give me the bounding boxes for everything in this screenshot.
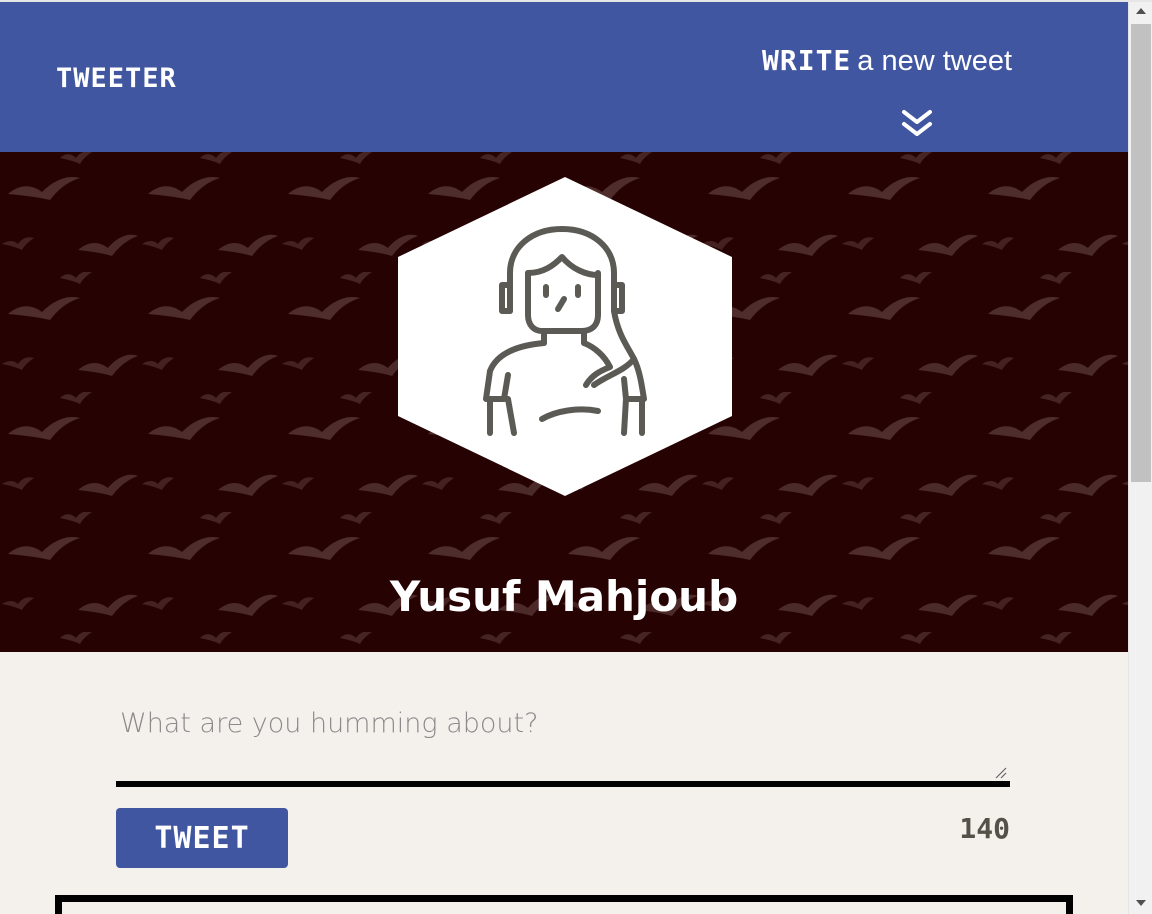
page: TWEETER WRITE a new tweet Yusuf Mahjoub …: [0, 0, 1128, 914]
vertical-scrollbar[interactable]: [1128, 0, 1152, 914]
scroll-up-arrow-icon[interactable]: [1135, 6, 1147, 16]
double-chevron-down-icon[interactable]: [898, 108, 936, 140]
character-counter: 140: [959, 812, 1010, 845]
user-name: Yusuf Mahjoub: [389, 572, 739, 621]
compose-toggle-label: a new tweet: [857, 45, 1013, 77]
tweet-card: [55, 895, 1073, 914]
scrollbar-thumb[interactable]: [1131, 24, 1151, 482]
tweet-input[interactable]: [116, 700, 1010, 782]
profile-header: Yusuf Mahjoub: [0, 152, 1128, 652]
tweet-input-underline: [116, 781, 1010, 787]
user-avatar-icon: [398, 177, 732, 496]
scroll-down-arrow-icon[interactable]: [1135, 898, 1147, 908]
tweet-button[interactable]: TWEET: [116, 808, 288, 868]
resize-grip-icon[interactable]: [994, 767, 1008, 779]
top-nav: TWEETER WRITE a new tweet: [0, 2, 1128, 152]
compose-toggle[interactable]: WRITE a new tweet: [762, 44, 1012, 78]
brand-logo[interactable]: TWEETER: [56, 63, 177, 94]
window-top-border: [0, 0, 1152, 2]
compose-toggle-bold: WRITE: [762, 44, 852, 77]
